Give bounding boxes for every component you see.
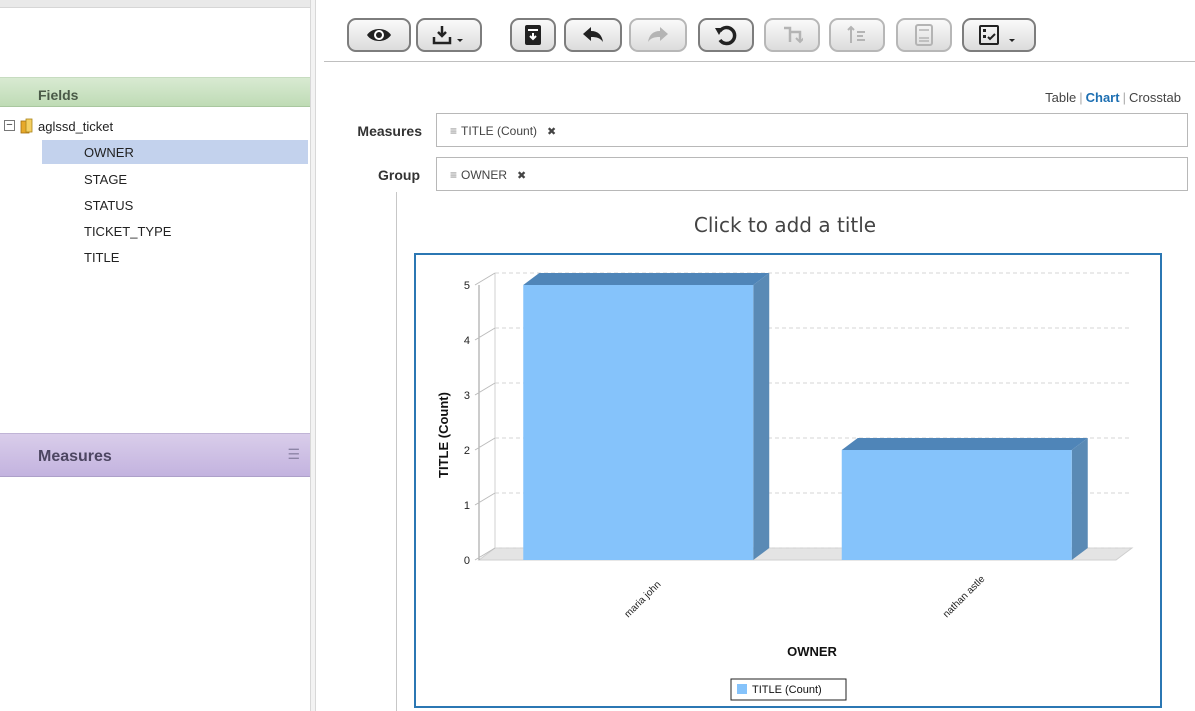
export-button[interactable] <box>416 18 482 52</box>
group-drop-zone[interactable]: ≡ OWNER ✖ <box>436 157 1188 191</box>
preview-button[interactable] <box>347 18 411 52</box>
measures-header-label: Measures <box>38 448 112 465</box>
y-tick-label: 2 <box>464 445 470 457</box>
grid-connector <box>474 272 496 286</box>
download-icon <box>432 24 466 46</box>
x-tick-label: nathan astle <box>941 574 988 621</box>
bar-chart: 0 1 2 3 4 5 maria john nathan astle TITLE (Count… <box>436 272 1134 701</box>
options-button[interactable] <box>962 18 1036 52</box>
pivot-button[interactable] <box>764 18 820 52</box>
bar-side <box>1071 438 1088 560</box>
menu-lines-icon[interactable]: ☰ <box>287 446 300 463</box>
toolbar <box>324 0 1195 62</box>
y-axis-title: TITLE (Count) <box>436 392 451 478</box>
chart-title-placeholder[interactable]: Click to add a title <box>397 213 1173 237</box>
field-item-stage[interactable]: STAGE <box>42 167 308 191</box>
eye-icon <box>365 25 393 45</box>
reset-button[interactable] <box>698 18 754 52</box>
collapse-icon[interactable]: − <box>4 120 15 131</box>
save-icon <box>523 24 543 46</box>
undo-icon <box>581 26 605 44</box>
remove-icon[interactable]: ✖ <box>517 170 526 182</box>
folder-icon <box>20 118 34 134</box>
chart-view-link[interactable]: Chart <box>1086 90 1120 105</box>
y-tick-label: 4 <box>464 335 470 347</box>
page-options-button[interactable] <box>896 18 952 52</box>
bar <box>523 285 754 560</box>
bar-top <box>841 438 1088 450</box>
bar-side <box>753 273 770 560</box>
y-tick-label: 0 <box>464 555 470 567</box>
sort-icon <box>846 24 868 46</box>
tree-root-label: aglssd_ticket <box>38 119 114 134</box>
grid-connector <box>474 327 496 341</box>
drag-grip-icon[interactable]: ≡ <box>450 124 457 138</box>
measures-row-label: Measures <box>357 123 422 139</box>
field-item-ticket-type[interactable]: TICKET_TYPE <box>42 219 308 243</box>
x-tick-label: maria john <box>623 579 664 620</box>
field-item-title[interactable]: TITLE <box>42 245 308 269</box>
measures-header[interactable]: Measures ☰ <box>0 433 310 477</box>
tree-root-node[interactable]: − aglssd_ticket <box>4 116 304 138</box>
chart-area-border <box>396 192 397 711</box>
grid-connector <box>474 382 496 396</box>
table-view-link[interactable]: Table <box>1045 90 1076 105</box>
y-tick-label: 1 <box>464 500 470 512</box>
fields-header[interactable]: Fields <box>0 77 310 107</box>
group-row-label: Group <box>378 167 420 183</box>
field-item-owner[interactable]: OWNER <box>42 140 308 164</box>
field-panel: Fields − aglssd_ticket OWNER STAGE STATU… <box>0 0 310 711</box>
legend-label: TITLE (Count) <box>752 684 822 696</box>
measure-pill[interactable]: TITLE (Count) <box>461 124 537 138</box>
checklist-icon <box>978 24 1020 46</box>
bar <box>841 450 1072 560</box>
reset-icon <box>714 23 738 47</box>
legend-swatch <box>737 684 747 694</box>
grid-connector <box>474 492 496 506</box>
grid-connector <box>474 437 496 451</box>
bar-top <box>523 273 770 285</box>
field-item-status[interactable]: STATUS <box>42 193 308 217</box>
crosstab-view-link[interactable]: Crosstab <box>1129 90 1181 105</box>
y-tick-label: 3 <box>464 390 470 402</box>
drag-grip-icon[interactable]: ≡ <box>450 168 457 182</box>
x-axis-title: OWNER <box>787 644 837 659</box>
undo-button[interactable] <box>564 18 622 52</box>
measures-drop-zone[interactable]: ≡ TITLE (Count) ✖ <box>436 113 1188 147</box>
view-switch: Table | Chart | Crosstab <box>1045 90 1181 105</box>
panel-splitter[interactable] <box>310 0 316 711</box>
redo-button[interactable] <box>629 18 687 52</box>
pivot-icon <box>781 24 803 46</box>
sort-button[interactable] <box>829 18 885 52</box>
page-icon <box>914 24 934 46</box>
chart-frame[interactable]: 0 1 2 3 4 5 maria john nathan astle TITLE (Count… <box>414 253 1162 708</box>
group-pill[interactable]: OWNER <box>461 168 507 182</box>
redo-icon <box>646 26 670 44</box>
y-tick-label: 5 <box>464 280 470 292</box>
save-button[interactable] <box>510 18 556 52</box>
remove-icon[interactable]: ✖ <box>547 126 556 138</box>
panel-top-strip <box>0 0 310 8</box>
